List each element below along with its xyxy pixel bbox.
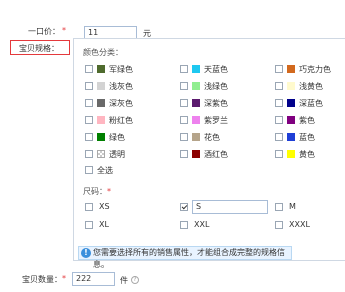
quantity-unit: 件 xyxy=(120,276,128,285)
color-swatch xyxy=(287,99,295,107)
color-swatch xyxy=(192,116,200,124)
color-swatch xyxy=(287,133,295,141)
color-name: 蓝色 xyxy=(299,133,315,142)
color-name: 深灰色 xyxy=(109,99,133,108)
size-checkbox[interactable] xyxy=(85,203,93,211)
color-section-title: 颜色分类： xyxy=(83,48,123,57)
spec-label: 宝贝规格： xyxy=(19,44,59,53)
size-required-mark: * xyxy=(107,187,111,196)
select-all-checkbox[interactable] xyxy=(85,166,93,174)
color-swatch xyxy=(287,82,295,90)
color-checkbox[interactable] xyxy=(85,150,93,158)
size-section-title: 尺码：* xyxy=(83,186,111,197)
size-name: XXL xyxy=(194,220,210,229)
price-required-mark: * xyxy=(62,26,66,35)
size-checkbox[interactable] xyxy=(180,203,188,211)
color-swatch xyxy=(192,99,200,107)
color-checkbox[interactable] xyxy=(275,82,283,90)
color-checkbox[interactable] xyxy=(85,99,93,107)
color-swatch xyxy=(287,116,295,124)
color-checkbox[interactable] xyxy=(180,133,188,141)
size-checkbox[interactable] xyxy=(85,221,93,229)
color-name: 深蓝色 xyxy=(299,99,323,108)
price-label-text: 一口价： xyxy=(28,27,60,36)
color-name: 紫色 xyxy=(299,116,315,125)
color-swatch xyxy=(97,99,105,107)
color-name: 透明 xyxy=(109,150,125,159)
color-name: 深紫色 xyxy=(204,99,228,108)
color-name: 巧克力色 xyxy=(299,65,331,74)
size-checkbox[interactable] xyxy=(275,221,283,229)
color-name: 天蓝色 xyxy=(204,65,228,74)
quantity-label: 宝贝数量： xyxy=(22,275,62,284)
color-checkbox[interactable] xyxy=(180,65,188,73)
color-name: 酒红色 xyxy=(204,150,228,159)
info-icon: ! xyxy=(81,248,91,258)
quantity-required-mark: * xyxy=(62,274,66,283)
color-name: 浅黄色 xyxy=(299,82,323,91)
color-swatch xyxy=(287,150,295,158)
color-swatch xyxy=(97,82,105,90)
color-checkbox[interactable] xyxy=(275,116,283,124)
color-swatch xyxy=(192,65,200,73)
color-checkbox[interactable] xyxy=(85,82,93,90)
color-checkbox[interactable] xyxy=(85,116,93,124)
color-name: 绿色 xyxy=(109,133,125,142)
color-name: 浅绿色 xyxy=(204,82,228,91)
color-swatch xyxy=(192,82,200,90)
size-name: M xyxy=(289,202,296,211)
color-checkbox[interactable] xyxy=(85,65,93,73)
size-checkbox[interactable] xyxy=(180,221,188,229)
size-alias-input[interactable]: S xyxy=(192,200,268,214)
size-checkbox[interactable] xyxy=(275,203,283,211)
color-name: 浅灰色 xyxy=(109,82,133,91)
quantity-input[interactable]: 222 xyxy=(72,272,115,286)
color-name: 黄色 xyxy=(299,150,315,159)
color-swatch xyxy=(192,133,200,141)
color-checkbox[interactable] xyxy=(85,133,93,141)
color-checkbox[interactable] xyxy=(180,150,188,158)
color-checkbox[interactable] xyxy=(180,116,188,124)
color-checkbox[interactable] xyxy=(275,99,283,107)
color-checkbox[interactable] xyxy=(275,150,283,158)
color-swatch xyxy=(287,65,295,73)
color-checkbox[interactable] xyxy=(180,99,188,107)
size-name: XS xyxy=(99,202,110,211)
help-icon[interactable]: ? xyxy=(131,276,139,284)
color-swatch xyxy=(97,133,105,141)
color-name: 军绿色 xyxy=(109,65,133,74)
color-swatch xyxy=(97,116,105,124)
color-swatch xyxy=(97,65,105,73)
size-title-text: 尺码： xyxy=(83,187,107,196)
select-all-label: 全选 xyxy=(97,166,113,175)
color-swatch xyxy=(192,150,200,158)
color-checkbox[interactable] xyxy=(275,133,283,141)
price-label: 一口价： xyxy=(28,26,60,37)
size-name: XL xyxy=(99,220,109,229)
size-name: XXXL xyxy=(289,220,310,229)
color-name: 紫罗兰 xyxy=(204,116,228,125)
color-checkbox[interactable] xyxy=(180,82,188,90)
color-name: 粉红色 xyxy=(109,116,133,125)
notice-text: 您需要选择所有的销售属性，才能组合成完整的规格信息。 xyxy=(93,248,285,269)
color-checkbox[interactable] xyxy=(275,65,283,73)
color-swatch xyxy=(97,150,105,158)
color-name: 花色 xyxy=(204,133,220,142)
spec-notice: ! 您需要选择所有的销售属性，才能组合成完整的规格信息。 xyxy=(78,246,292,269)
